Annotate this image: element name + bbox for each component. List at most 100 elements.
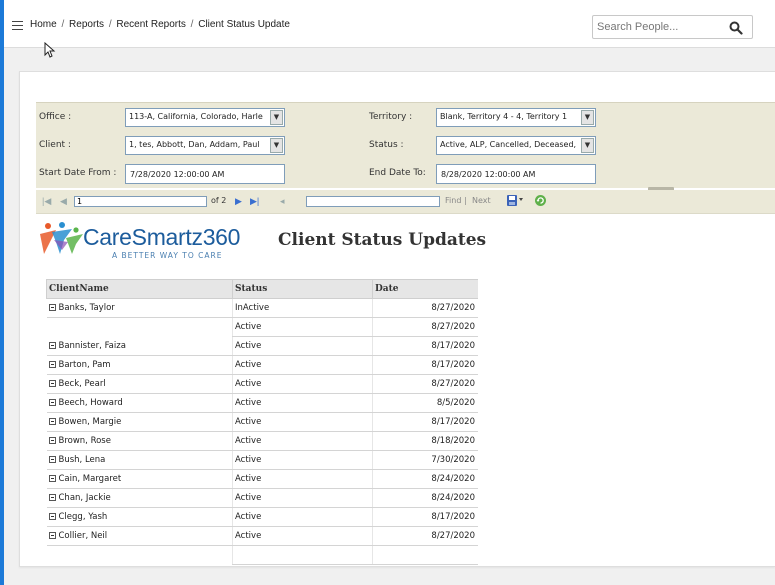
export-icon[interactable] [506,194,524,208]
date-cell: 8/27/2020 [372,374,478,394]
expand-toggle-icon[interactable] [48,361,56,368]
last-page-icon[interactable]: ▶| [250,196,259,206]
table-row: Bannister, Faiza Active 8/17/2020 [46,336,478,356]
prev-page-icon[interactable]: ◀ [60,196,67,206]
expand-toggle-icon[interactable] [48,532,56,539]
date-cell: 8/27/2020 [372,298,478,318]
client-name-cell: Bush, Lena [46,450,233,470]
status-cell: InActive [232,298,373,318]
expand-toggle-icon[interactable] [48,475,56,482]
mouse-cursor-icon [44,42,56,58]
client-label: Client : [39,140,71,150]
chevron-down-icon: ▼ [270,110,283,125]
client-name: Banks, Taylor [58,303,115,313]
expand-toggle-icon[interactable] [48,494,56,501]
start-date-input[interactable] [125,164,285,184]
table-row: Bush, Lena Active 7/30/2020 [46,450,478,470]
breadcrumb: Home / Reports / Recent Reports / Client… [30,19,290,30]
logo-figures-icon [40,222,83,254]
date-cell: 8/24/2020 [372,469,478,489]
status-cell: Active [232,469,373,489]
next-page-icon[interactable]: ▶ [235,196,242,206]
end-date-label: End Date To: [369,168,426,178]
status-cell: Active [232,431,373,451]
refresh-icon[interactable] [534,194,547,207]
expand-toggle-icon[interactable] [48,513,56,520]
search-input[interactable] [597,18,721,36]
search-people-box [592,15,753,39]
client-name: Cain, Margaret [58,474,122,484]
table-row: Beck, Pearl Active 8/27/2020 [46,374,478,394]
column-header-clientname[interactable]: ClientName [46,279,233,299]
expand-toggle-icon[interactable] [48,418,56,425]
table-row [47,545,478,565]
expand-toggle-icon[interactable] [48,456,56,463]
status-cell: Active [232,336,373,356]
table-row: Brown, Rose Active 8/18/2020 [46,431,478,451]
territory-label: Territory : [369,112,413,122]
status-cell: Active [232,526,373,546]
office-select[interactable]: 113-A, California, Colorado, Harle ▼ [125,108,285,127]
status-label: Status : [369,140,404,150]
client-name: Beech, Howard [58,398,123,408]
client-select[interactable]: 1, tes, Abbott, Dan, Addam, Paul ▼ [125,136,285,155]
back-icon[interactable]: ◂ [280,196,285,206]
table-row: Collier, Neil Active 8/27/2020 [46,526,478,546]
office-label: Office : [39,112,72,122]
date-cell: 8/5/2020 [372,393,478,413]
expand-toggle-icon[interactable] [48,399,56,406]
date-cell [372,545,478,565]
first-page-icon[interactable]: |◀ [42,196,51,206]
expand-toggle-icon[interactable] [48,341,56,349]
date-cell: 8/17/2020 [372,507,478,527]
territory-select[interactable]: Blank, Territory 4 - 4, Territory 1 ▼ [436,108,596,127]
client-name-cell: Barton, Pam [46,355,233,375]
expand-toggle-icon[interactable] [48,304,56,311]
logo-wordmark: CareSmartz360 [83,224,241,250]
expand-toggle-icon[interactable] [48,380,56,387]
status-cell: Active [232,393,373,413]
left-accent-strip [0,0,4,585]
date-cell: 7/30/2020 [372,450,478,470]
start-date-label: Start Date From : [39,168,117,178]
breadcrumb-home[interactable]: Home [30,19,57,30]
client-name-cell: Bowen, Margie [46,412,233,432]
status-cell: Active [232,488,373,508]
report-parameters-panel: Office : 113-A, California, Colorado, Ha… [36,102,775,191]
client-name-cell: Beech, Howard [46,393,233,413]
breadcrumb-current: Client Status Update [198,19,290,30]
client-name-cell: Beck, Pearl [46,374,233,394]
date-cell: 8/17/2020 [372,355,478,375]
menu-icon[interactable] [12,21,23,30]
client-name: Barton, Pam [58,360,111,370]
column-header-status[interactable]: Status [232,279,373,299]
table-row: Active 8/27/2020 [47,317,478,337]
breadcrumb-reports[interactable]: Reports [69,19,104,30]
client-name-cell: Banks, Taylor [46,298,233,318]
page-number-input[interactable] [74,196,207,207]
status-select[interactable]: Active, ALP, Cancelled, Deceased, ▼ [436,136,596,155]
breadcrumb-recent-reports[interactable]: Recent Reports [116,19,185,30]
search-icon[interactable] [729,21,743,35]
client-name: Beck, Pearl [58,379,106,389]
table-row: Bowen, Margie Active 8/17/2020 [46,412,478,432]
client-name-cell: Brown, Rose [46,431,233,451]
table-header-row: ClientName Status Date [46,279,478,299]
client-name: Collier, Neil [58,531,108,541]
status-cell: Active [232,355,373,375]
end-date-input[interactable] [436,164,596,184]
client-name-cell: Bannister, Faiza [46,336,233,356]
client-name-cell: Clegg, Yash [46,507,233,527]
expand-toggle-icon[interactable] [48,437,56,444]
find-link[interactable]: Find [445,196,461,205]
table-row: Barton, Pam Active 8/17/2020 [46,355,478,375]
client-name: Bannister, Faiza [58,340,126,351]
find-input[interactable] [306,196,440,207]
client-name: Brown, Rose [58,436,111,446]
next-link[interactable]: Next [472,196,491,205]
top-header: Home / Reports / Recent Reports / Client… [4,0,775,58]
report-body: CareSmartz360 A BETTER WAY TO CARE Clien… [36,214,775,566]
page-count-text: of 2 [211,196,227,205]
column-header-date[interactable]: Date [372,279,478,299]
client-name: Clegg, Yash [58,512,108,522]
